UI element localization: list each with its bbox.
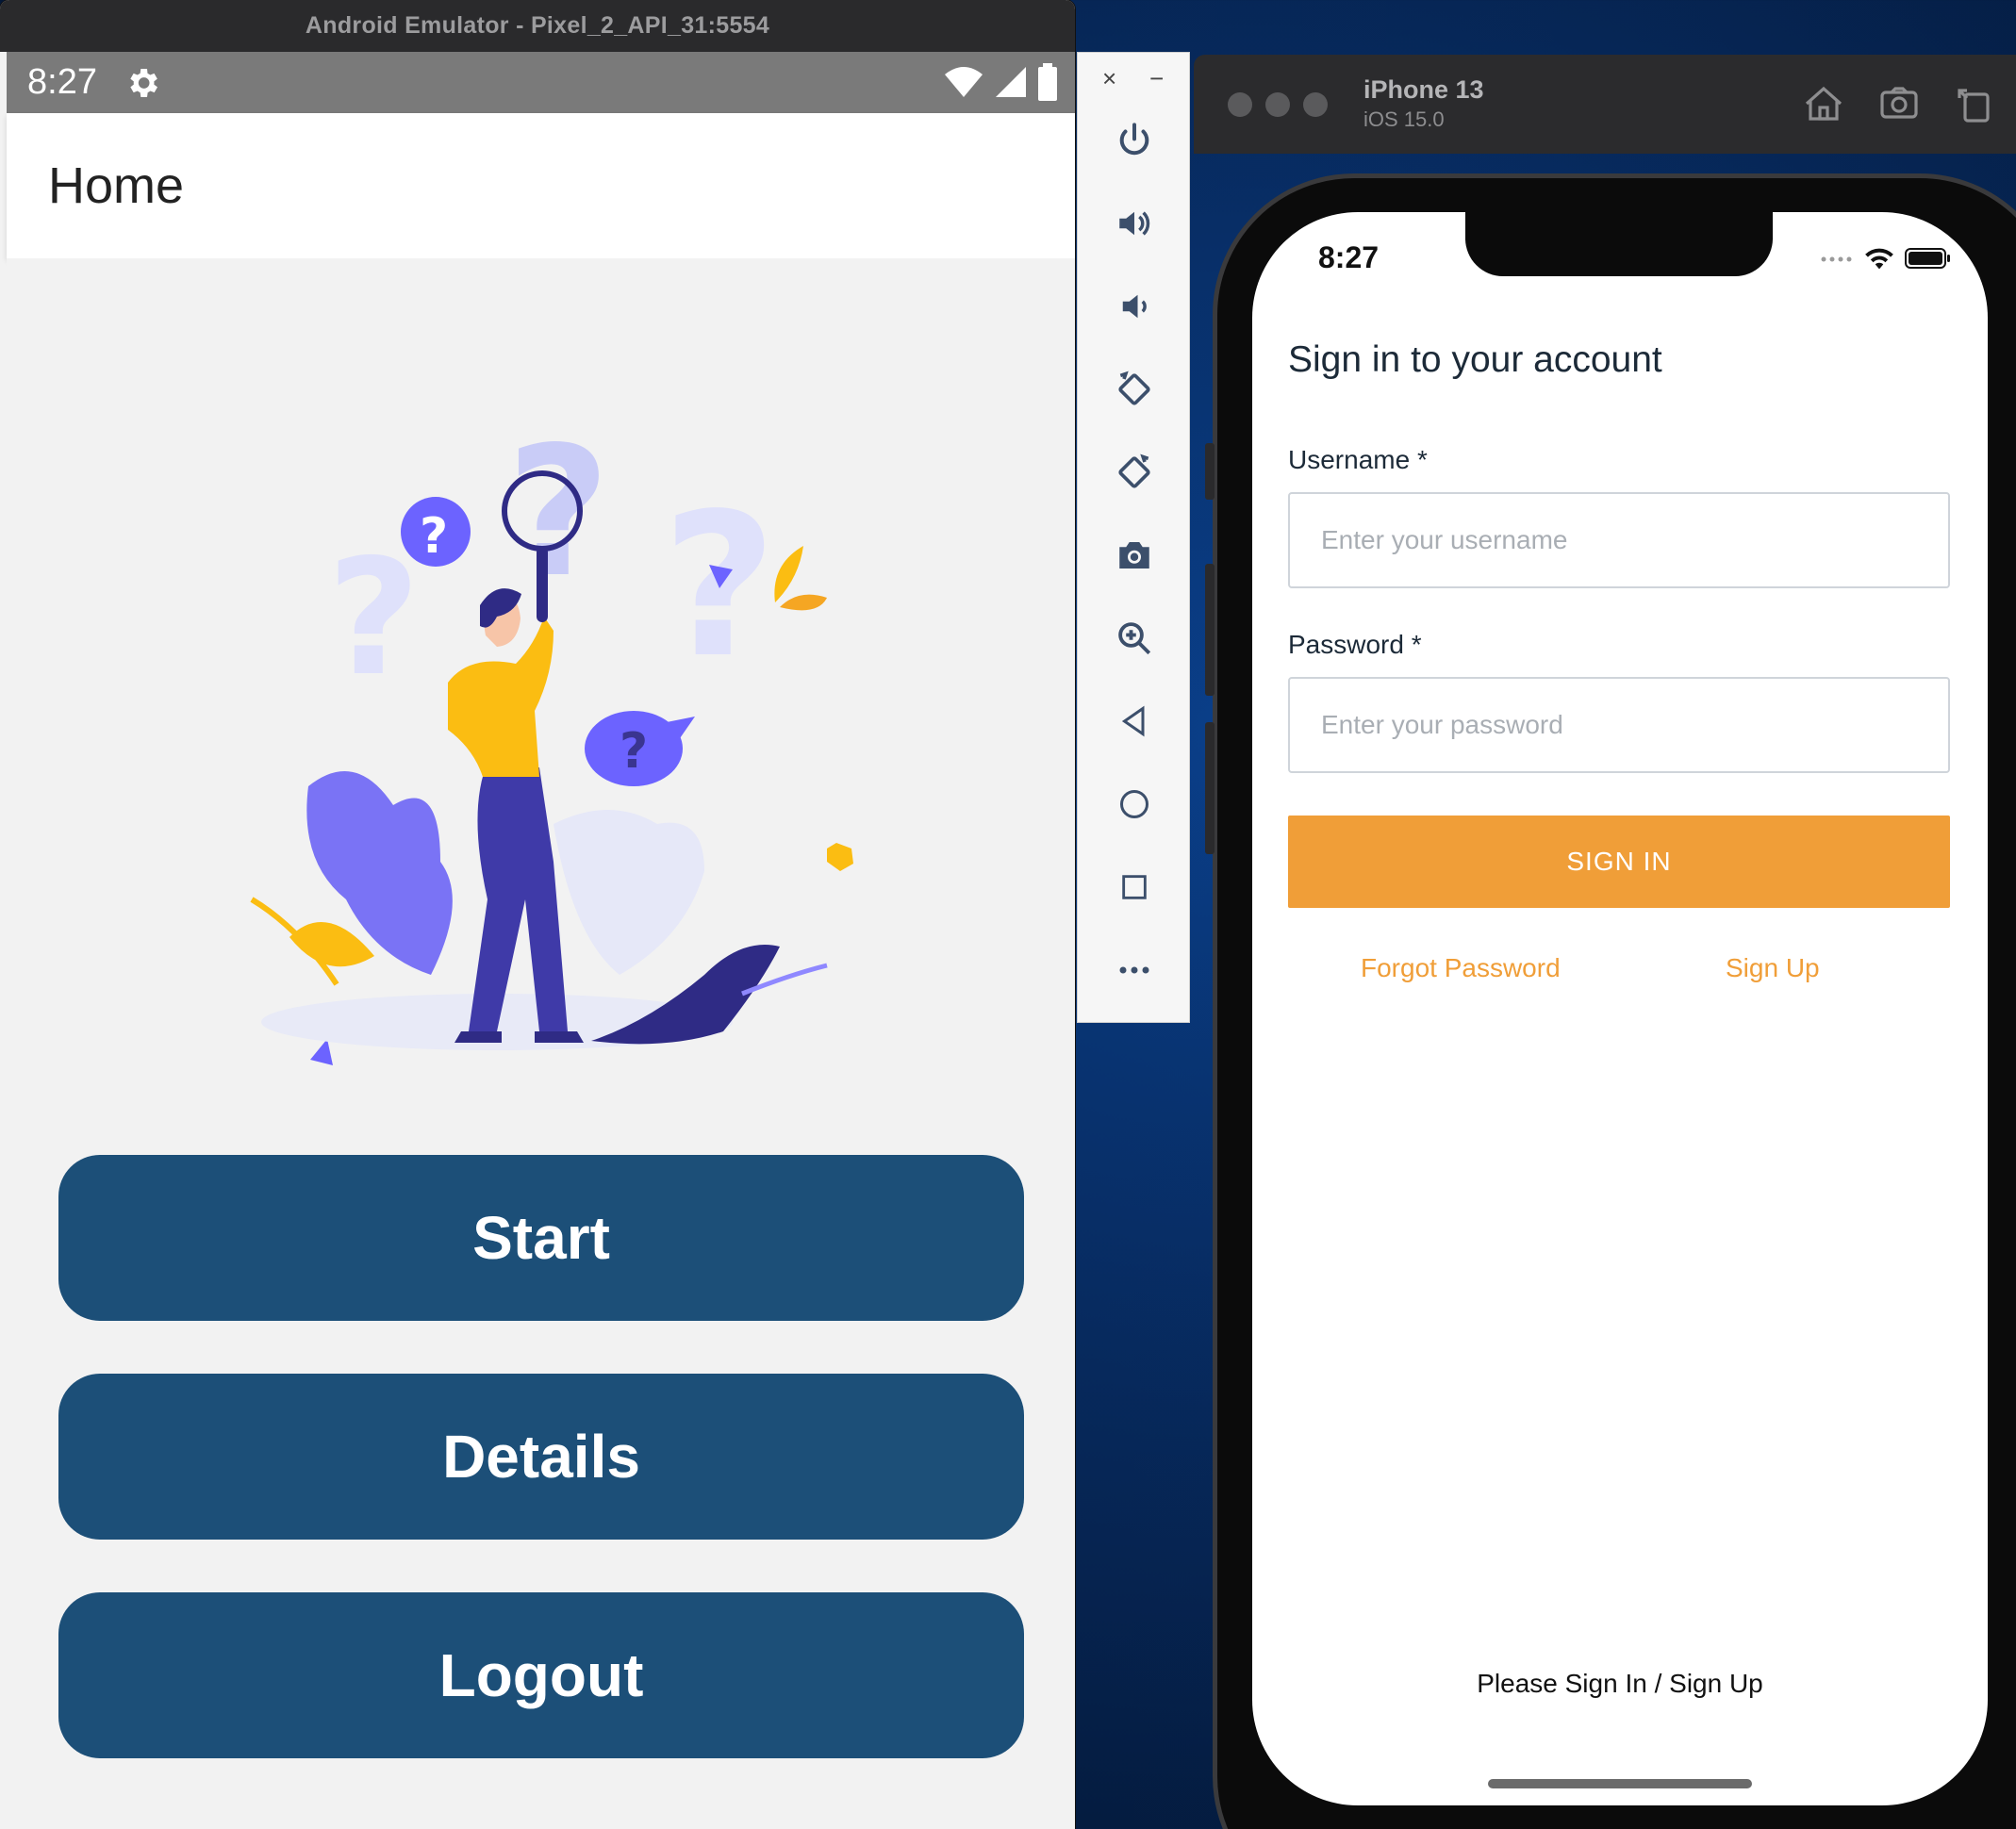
android-emulator-window: Android Emulator - Pixel_2_API_31:5554 8… [0, 0, 1075, 1829]
home-icon[interactable] [1110, 780, 1159, 829]
more-icon[interactable] [1110, 946, 1159, 995]
device-name: iPhone 13 [1363, 75, 1484, 104]
android-app-bar: Home [7, 113, 1075, 258]
username-label: Username * [1288, 445, 1428, 474]
svg-text:?: ? [420, 508, 448, 565]
sign-up-link[interactable]: Sign Up [1726, 953, 1820, 983]
person-with-magnifier-illustration: ? ? ? ? ? [250, 408, 853, 1065]
battery-icon [1905, 248, 1950, 269]
back-icon[interactable] [1110, 697, 1159, 746]
signin-title: Sign in to your account [1288, 339, 1662, 380]
details-button[interactable]: Details [58, 1374, 1024, 1540]
android-status-icons [943, 63, 1058, 101]
password-label: Password * [1288, 630, 1422, 659]
os-version: iOS 15.0 [1363, 107, 1445, 131]
overview-icon[interactable] [1110, 863, 1159, 912]
notch [1465, 212, 1773, 276]
ios-status-icons [1820, 246, 1952, 271]
cell-signal-icon [1821, 256, 1852, 262]
home-indicator[interactable] [1488, 1779, 1752, 1788]
iphone-screen: 8:27 Sign in to your account Username * … [1252, 212, 1988, 1805]
wifi-icon [945, 67, 983, 97]
android-status-time: 8:27 [27, 62, 97, 102]
rotate-left-icon[interactable] [1110, 365, 1159, 414]
android-status-bar: 8:27 [7, 52, 1075, 113]
volume-down-icon[interactable] [1110, 282, 1159, 331]
house-icon[interactable] [1801, 81, 1846, 126]
volume-down-side-button [1205, 722, 1215, 854]
emulator-toolbar: × − [1077, 52, 1190, 1023]
volume-up-icon[interactable] [1110, 199, 1159, 248]
zoom-window-button[interactable] [1303, 92, 1328, 117]
android-content: ? ? ? ? ? [7, 258, 1075, 1829]
camera-icon[interactable] [1110, 531, 1159, 580]
zoom-icon[interactable] [1110, 614, 1159, 663]
svg-text:?: ? [620, 723, 648, 780]
close-window-button[interactable] [1228, 92, 1252, 117]
svg-text:?: ? [327, 525, 421, 712]
page-title: Home [48, 157, 185, 214]
rotate-right-icon[interactable] [1110, 448, 1159, 497]
close-icon[interactable]: × [1102, 66, 1116, 91]
svg-text:?: ? [506, 408, 610, 617]
username-field[interactable] [1288, 492, 1950, 588]
minimize-window-button[interactable] [1265, 92, 1290, 117]
minimize-icon[interactable]: − [1149, 66, 1164, 91]
battery-icon [1038, 63, 1057, 101]
password-field[interactable] [1288, 677, 1950, 773]
ios-simulator-titlebar: iPhone 13 iOS 15.0 [1194, 55, 2016, 154]
forgot-password-link[interactable]: Forgot Password [1361, 953, 1561, 983]
volume-up-side-button [1205, 564, 1215, 696]
cell-signal-icon [996, 67, 1026, 97]
wifi-icon [1865, 248, 1893, 270]
power-icon[interactable] [1110, 116, 1159, 165]
rotate-device-icon[interactable] [1952, 81, 1997, 126]
gear-icon [130, 68, 157, 97]
start-button[interactable]: Start [58, 1155, 1024, 1321]
screenshot-icon[interactable] [1876, 81, 1922, 126]
logout-button[interactable]: Logout [58, 1592, 1024, 1758]
sign-in-button[interactable]: SIGN IN [1288, 816, 1950, 908]
footer-text: Please Sign In / Sign Up [1477, 1669, 1763, 1698]
android-window-title: Android Emulator - Pixel_2_API_31:5554 [0, 0, 1075, 52]
mute-switch [1205, 443, 1215, 500]
ios-status-time: 8:27 [1318, 240, 1380, 274]
